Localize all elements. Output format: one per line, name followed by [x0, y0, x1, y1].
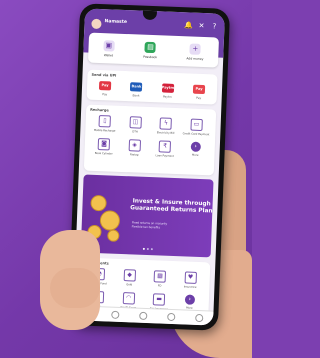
promo-banner[interactable]: Invest & Insure through Guaranteed Retur…	[80, 174, 214, 258]
wallet-button[interactable]: ▣ Wallet	[103, 39, 115, 58]
recharge-item-label: Fastag	[129, 153, 139, 157]
upi-app-label: Paytm	[162, 94, 172, 99]
payment-icon[interactable]	[111, 310, 120, 319]
recharge-item-fastag[interactable]: ◈ Fastag	[119, 139, 150, 157]
cylinder-icon: ◙	[97, 138, 111, 151]
recharge-item-label: Loan Payment	[155, 154, 174, 158]
banner-pagination	[142, 247, 153, 251]
invest-item-gold[interactable]: ◆ Gold	[114, 269, 145, 287]
upi-app-4[interactable]: Pay Pay	[185, 84, 214, 100]
upi-app-label: Bank	[132, 93, 140, 98]
upi-section: Send via UPI Pay Pay Bank Bank Paytm Pay…	[86, 69, 218, 105]
recharge-item-cylinder[interactable]: ◙ Book Cylinder	[88, 138, 119, 156]
help-icon[interactable]: ?	[210, 22, 218, 30]
recharge-item-electricity[interactable]: ϟ Electricity Bill	[150, 117, 181, 135]
upi-app-label: Pay	[102, 92, 108, 97]
gold-icon: ◆	[123, 269, 136, 282]
mobile-icon: ▯	[98, 115, 112, 128]
fd-icon: ▦	[153, 270, 167, 283]
upi-app-3[interactable]: Paytm Paytm	[153, 83, 182, 99]
upi-app-logo: Paytm	[161, 83, 174, 93]
scan-icon[interactable]	[139, 311, 148, 321]
quick-actions-card: ▣ Wallet ▤ Passbook + Add money	[87, 32, 220, 68]
upi-app-1[interactable]: Pay Pay	[91, 81, 120, 97]
wallet-label: Wallet	[103, 52, 114, 58]
recharge-item-label: Mobile Recharge	[93, 128, 116, 133]
bell-icon[interactable]: 🔔	[184, 21, 193, 29]
upi-app-2[interactable]: Bank Bank	[122, 82, 151, 98]
profile-icon[interactable]	[195, 313, 204, 323]
add-money-icon: +	[189, 42, 202, 55]
recharge-item-label: Credit Card Payment	[182, 132, 210, 137]
pagination-dot[interactable]	[146, 247, 149, 251]
pagination-dot[interactable]	[150, 248, 153, 251]
loan-icon: ₹	[158, 140, 172, 153]
recharge-item-loan[interactable]: ₹ Loan Payment	[149, 140, 180, 158]
dth-icon: ◫	[129, 116, 142, 129]
recharge-item-mobile[interactable]: ▯ Mobile Recharge	[89, 115, 120, 133]
electricity-icon: ϟ	[159, 117, 173, 130]
more-icon: ›	[190, 141, 201, 152]
recharge-item-credit-card[interactable]: ▭ Credit Card Payment	[181, 118, 212, 136]
hand-thumb	[50, 268, 100, 308]
invest-item-label: Insurance	[183, 285, 197, 289]
add-money-button[interactable]: + Add money	[186, 42, 204, 61]
history-icon[interactable]	[167, 312, 176, 322]
fastag-icon: ◈	[128, 139, 141, 152]
upi-app-logo: Bank	[130, 82, 143, 92]
recharge-item-label: Electricity Bill	[156, 131, 175, 135]
recharge-item-more[interactable]: › More	[180, 141, 211, 159]
upi-app-label: Pay	[196, 95, 202, 100]
invest-item-label: FD	[157, 284, 162, 288]
recharge-section: Recharge ▯ Mobile Recharge ◫ DTH ϟ Electric…	[83, 104, 217, 176]
invest-item-fd[interactable]: ▦ FD	[144, 270, 175, 288]
wallet-icon: ▣	[103, 39, 115, 52]
recharge-section-title: Recharge	[90, 107, 109, 113]
add-money-label: Add money	[186, 55, 204, 61]
car-icon: ▬	[152, 293, 166, 306]
more-icon: ›	[184, 294, 195, 305]
pagination-dot[interactable]	[142, 247, 145, 250]
upi-app-logo: Pay	[98, 81, 112, 91]
greeting-text: Namaste	[104, 19, 128, 26]
scan-icon[interactable]: ✕	[197, 22, 205, 30]
coin-graphic	[107, 229, 120, 242]
score-icon: ◠	[122, 292, 135, 305]
recharge-item-label: DTH	[132, 130, 138, 134]
recharge-item-label: More	[191, 153, 199, 157]
upi-section-title: Send via UPI	[91, 72, 117, 78]
avatar[interactable]	[91, 18, 102, 30]
passbook-button[interactable]: ▤ Passbook	[143, 41, 158, 59]
insurance-icon: ♥	[184, 271, 197, 284]
upi-app-logo: Pay	[192, 84, 206, 95]
recharge-item-label: Book Cylinder	[94, 151, 113, 156]
passbook-icon: ▤	[144, 41, 157, 53]
recharge-item-dth[interactable]: ◫ DTH	[120, 116, 151, 134]
credit-card-icon: ▭	[190, 118, 203, 132]
passbook-label: Passbook	[143, 54, 158, 59]
coin-graphic	[99, 210, 121, 231]
invest-item-insurance[interactable]: ♥ Insurance	[175, 271, 206, 289]
banner-title: Invest & Insure through Guaranteed Retur…	[130, 198, 213, 215]
coin-graphic	[90, 194, 107, 212]
invest-item-label: Gold	[126, 283, 133, 287]
